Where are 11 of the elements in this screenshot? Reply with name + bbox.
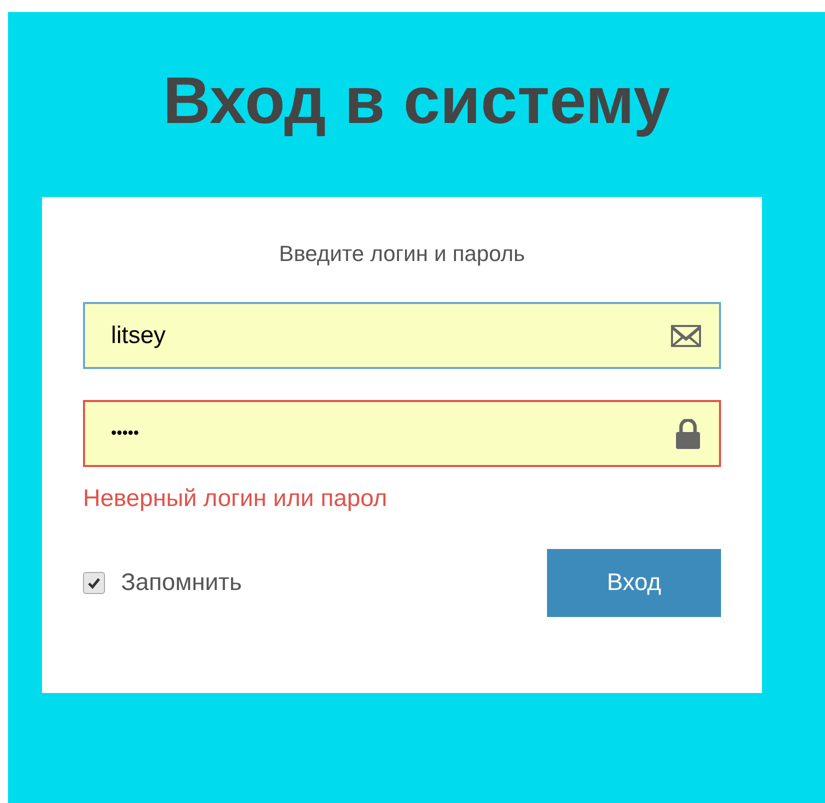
login-field[interactable]: litsey	[83, 302, 721, 369]
remember-label: Запомнить	[121, 568, 242, 598]
remember-checkbox[interactable]	[83, 572, 105, 594]
login-button[interactable]: Вход	[547, 549, 721, 617]
checkmark-icon	[87, 576, 101, 590]
envelope-icon	[671, 324, 701, 346]
login-prompt: Введите логин и пароль	[279, 241, 525, 267]
padlock-icon	[675, 418, 701, 448]
error-message: Неверный логин или парол	[83, 485, 388, 513]
page-title: Вход в систему	[162, 62, 672, 138]
password-field[interactable]: •••••	[83, 400, 721, 467]
